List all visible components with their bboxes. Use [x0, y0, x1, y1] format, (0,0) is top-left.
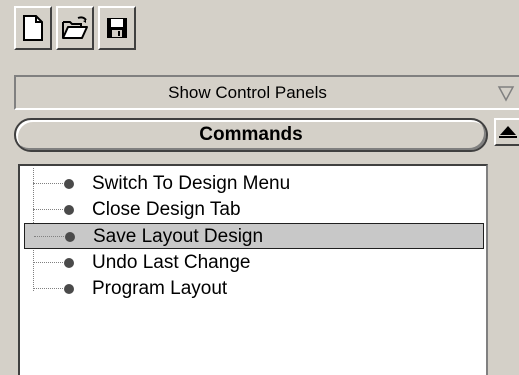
scrollbar[interactable] — [489, 114, 519, 375]
save-button[interactable] — [98, 6, 136, 50]
scroll-up-button[interactable] — [494, 118, 519, 146]
dropdown-label: Show Control Panels — [168, 82, 327, 102]
list-item[interactable]: Close Design Tab — [24, 197, 484, 223]
show-control-panels-dropdown[interactable]: Show Control Panels — [14, 75, 519, 110]
tree-branch — [33, 288, 63, 289]
list-item[interactable]: Switch To Design Menu — [24, 171, 484, 197]
list-item-label: Program Layout — [92, 278, 228, 299]
floppy-disk-icon — [107, 18, 127, 38]
list-item-label: Save Layout Design — [93, 226, 264, 247]
tree-branch — [33, 262, 63, 263]
bullet-icon — [64, 258, 74, 268]
new-button[interactable] — [14, 6, 52, 50]
bullet-icon — [64, 205, 74, 215]
tree-branch — [33, 183, 63, 184]
scroll-up-arrow-icon — [499, 126, 517, 138]
triangle-down-icon — [497, 86, 515, 102]
list-item[interactable]: Undo Last Change — [24, 250, 484, 276]
panel-title: Commands — [199, 124, 303, 145]
list-item-selected[interactable]: Save Layout Design — [24, 223, 484, 249]
commands-list: Switch To Design Menu Close Design Tab S… — [18, 164, 488, 375]
list-item-label: Close Design Tab — [92, 199, 241, 220]
list-item-label: Undo Last Change — [92, 252, 251, 273]
bullet-icon — [64, 284, 74, 294]
commands-panel-header[interactable]: Commands — [14, 118, 488, 152]
toolbar — [6, 0, 519, 74]
tree-branch — [33, 209, 63, 210]
new-document-icon — [23, 15, 43, 41]
bullet-icon — [65, 232, 75, 242]
tree-branch — [34, 236, 64, 237]
bullet-icon — [64, 179, 74, 189]
open-button[interactable] — [56, 6, 94, 50]
list-item[interactable]: Program Layout — [24, 276, 484, 302]
open-folder-icon — [62, 16, 88, 39]
app-window: Show Control Panels Commands Switch To D… — [0, 0, 519, 375]
list-item-label: Switch To Design Menu — [92, 173, 291, 194]
